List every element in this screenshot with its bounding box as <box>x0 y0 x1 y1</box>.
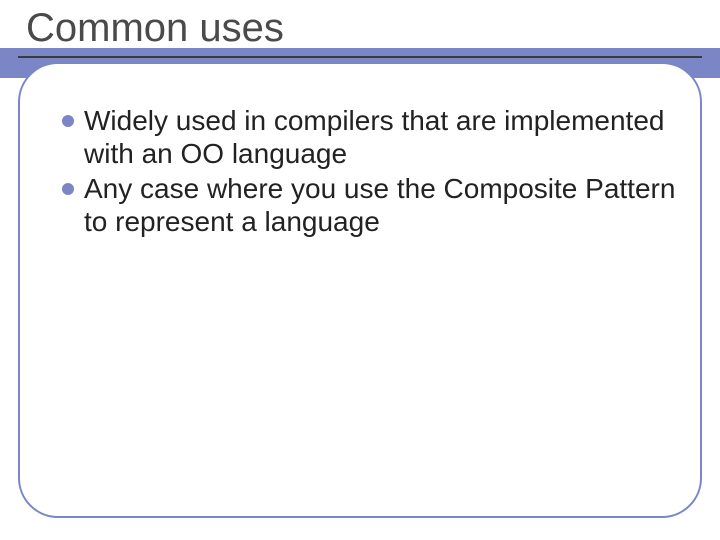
bullet-icon <box>62 183 74 195</box>
title-divider <box>18 56 702 58</box>
page-title: Common uses <box>26 6 284 51</box>
list-item: Any case where you use the Composite Pat… <box>62 172 682 238</box>
bullet-list: Widely used in compilers that are implem… <box>62 104 682 240</box>
slide: Common uses Widely used in compilers tha… <box>0 0 720 540</box>
bullet-text: Widely used in compilers that are implem… <box>84 105 664 169</box>
list-item: Widely used in compilers that are implem… <box>62 104 682 170</box>
bullet-icon <box>62 115 74 127</box>
bullet-text: Any case where you use the Composite Pat… <box>84 173 675 237</box>
